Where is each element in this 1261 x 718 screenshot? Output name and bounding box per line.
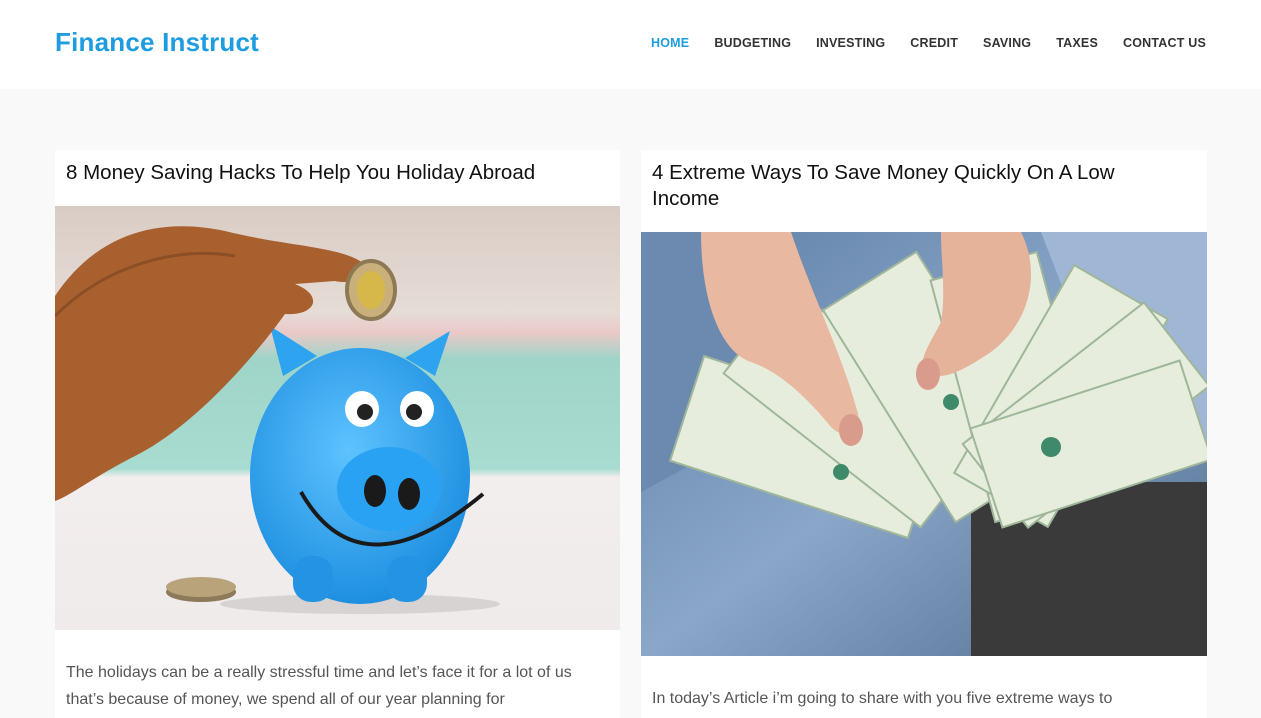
post-title[interactable]: 4 Extreme Ways To Save Money Quickly On …: [652, 160, 1187, 212]
site-header: Finance Instruct HOME BUDGETING INVESTIN…: [0, 0, 1261, 89]
nav-item-saving[interactable]: SAVING: [983, 36, 1031, 50]
nav-item-taxes[interactable]: TAXES: [1056, 36, 1098, 50]
post-card: 4 Extreme Ways To Save Money Quickly On …: [641, 150, 1207, 718]
nav-item-budgeting[interactable]: BUDGETING: [714, 36, 791, 50]
cash-fan-photo[interactable]: [641, 232, 1207, 656]
nav-item-contact-us[interactable]: CONTACT US: [1123, 36, 1206, 50]
post-excerpt: In today’s Article i’m going to share wi…: [652, 690, 1113, 707]
main-nav: HOME BUDGETING INVESTING CREDIT SAVING T…: [626, 36, 1206, 50]
post-title[interactable]: 8 Money Saving Hacks To Help You Holiday…: [66, 160, 600, 186]
post-excerpt: The holidays can be a really stressful t…: [66, 664, 572, 708]
site-logo[interactable]: Finance Instruct: [55, 27, 259, 58]
post-card: 8 Money Saving Hacks To Help You Holiday…: [55, 150, 620, 718]
nav-item-credit[interactable]: CREDIT: [910, 36, 958, 50]
piggy-bank-photo[interactable]: [55, 206, 620, 630]
nav-item-home[interactable]: HOME: [651, 36, 689, 50]
nav-item-investing[interactable]: INVESTING: [816, 36, 885, 50]
